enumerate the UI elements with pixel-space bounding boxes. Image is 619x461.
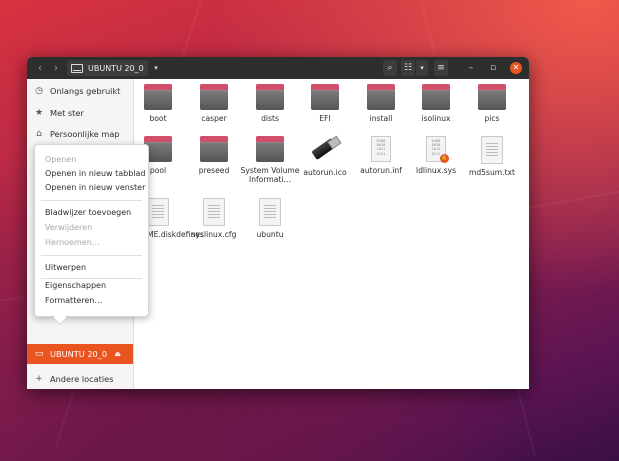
text-file-icon (259, 198, 281, 226)
drive-icon: ▭ (34, 349, 44, 359)
folder-icon (422, 84, 450, 110)
file-name: boot (149, 114, 167, 123)
sidebar-item-label: Persoonlijke map (50, 129, 120, 139)
sidebar-item-label: UBUNTU 20_0 (50, 349, 108, 359)
folder-icon (144, 84, 172, 110)
forward-icon[interactable]: › (49, 61, 63, 75)
sidebar-item-label: Met ster (50, 108, 84, 118)
file-name: preseed (198, 166, 230, 175)
sidebar-item-home[interactable]: ⌂ Persoonlijke map (27, 124, 133, 144)
menu-item-open-new-window[interactable]: Openen in nieuw venster (45, 183, 145, 192)
file-item[interactable]: ubuntu (238, 198, 302, 239)
file-name: md5sum.txt (468, 168, 516, 177)
menu-separator (41, 255, 142, 256)
sidebar-item-label: Onlangs gebruikt (50, 86, 121, 96)
menu-item-eject[interactable]: Uitwerpen (45, 263, 86, 272)
clock-icon: ◷ (35, 86, 43, 96)
menu-item-add-bookmark[interactable]: Bladwijzer toevoegen (45, 208, 131, 217)
sidebar-item-other-locations[interactable]: + Andere locaties (27, 369, 133, 389)
menu-item-properties[interactable]: Eigenschappen (45, 281, 106, 290)
menu-item-format[interactable]: Formatteren… (45, 296, 102, 305)
folder-icon (478, 84, 506, 110)
text-file-icon (203, 198, 225, 226)
menu-icon[interactable]: ≡ (434, 60, 448, 76)
sidebar-item-ubuntu-drive[interactable]: ▭ UBUNTU 20_0 ⏏ (27, 344, 133, 364)
file-name: casper (201, 114, 227, 123)
menu-separator (41, 200, 142, 201)
folder-icon (200, 136, 228, 162)
context-menu: Openen Openen in nieuw tabblad Openen in… (34, 144, 149, 317)
file-item[interactable]: md5sum.txt (460, 136, 524, 177)
path-bar-label: UBUNTU 20_0 (88, 63, 144, 73)
text-file-icon (481, 136, 503, 164)
text-file-icon (147, 198, 169, 226)
star-icon: ★ (34, 108, 44, 118)
file-item[interactable]: syslinux.cfg (182, 198, 246, 239)
eject-icon[interactable]: ⏏ (114, 350, 121, 358)
sidebar-item-recent[interactable]: ◷ Onlangs gebruikt (27, 81, 133, 101)
maximize-icon[interactable]: ▫ (486, 61, 500, 75)
menu-item-open[interactable]: Openen (45, 155, 76, 164)
file-item[interactable]: EFI (293, 84, 357, 123)
usb-drive-icon (309, 135, 342, 164)
menu-separator (41, 278, 142, 279)
file-name: isolinux (421, 114, 451, 123)
folder-icon (200, 84, 228, 110)
view-dropdown-icon[interactable]: ▾ (416, 60, 428, 76)
file-name: EFI (319, 114, 331, 123)
menu-item-open-new-tab[interactable]: Openen in nieuw tabblad (45, 169, 146, 178)
file-grid: boot casper dists EFI install isolinux pics poo… (126, 79, 529, 389)
file-item[interactable]: isolinux (404, 84, 468, 123)
file-item[interactable]: boot (126, 84, 190, 123)
folder-icon (311, 84, 339, 110)
path-bar-button[interactable]: UBUNTU 20_0 (67, 60, 148, 76)
folder-icon (256, 84, 284, 110)
close-icon[interactable]: ✕ (510, 62, 522, 74)
folder-icon (256, 136, 284, 162)
sidebar-item-label: Andere locaties (50, 374, 114, 384)
file-name: ldlinux.sys (415, 166, 457, 175)
menu-item-rename[interactable]: Hernoemen… (45, 238, 100, 247)
plus-icon: + (35, 374, 43, 384)
path-dropdown-icon[interactable]: ▾ (149, 60, 163, 76)
file-item[interactable]: autorun.ico (293, 135, 357, 177)
sidebar-item-starred[interactable]: ★ Met ster (27, 103, 133, 123)
file-name: ubuntu (256, 230, 284, 239)
file-name: syslinux.cfg (191, 230, 237, 239)
back-icon[interactable]: ‹ (33, 61, 47, 75)
folder-icon (367, 84, 395, 110)
minimize-icon[interactable]: – (464, 61, 478, 75)
menu-item-delete[interactable]: Verwijderen (45, 223, 92, 232)
file-item[interactable]: casper (182, 84, 246, 123)
file-name: pics (484, 114, 500, 123)
view-list-icon[interactable]: ☷ (401, 60, 415, 76)
binary-file-icon: 0100 0010 1011 0111 🔒 (426, 136, 449, 163)
binary-file-icon: 0100 0010 1011 0111 (371, 136, 391, 162)
lock-icon: 🔒 (440, 154, 449, 163)
home-icon: ⌂ (36, 129, 42, 139)
drive-icon (71, 63, 83, 73)
header-bar: ‹ › UBUNTU 20_0 ▾ ⌕ ☷ ▾ ≡ – ▫ ✕ (27, 57, 529, 79)
file-item[interactable]: preseed (182, 136, 246, 175)
search-icon[interactable]: ⌕ (383, 60, 397, 76)
file-item[interactable]: 0100 0010 1011 0111 🔒 ldlinux.sys (404, 136, 468, 175)
file-item[interactable]: pics (460, 84, 524, 123)
file-name: autorun.ico (303, 168, 347, 177)
